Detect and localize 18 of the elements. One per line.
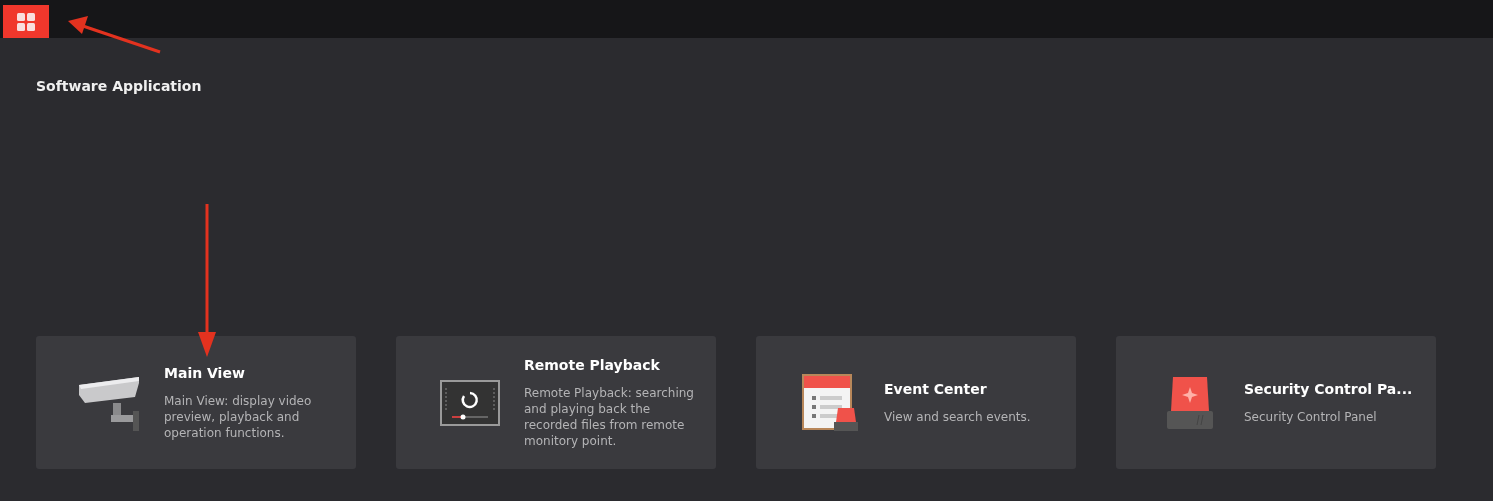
page-title: Software Application	[35, 77, 203, 94]
module-card[interactable]: Main View Main View: display video preview, playback and operation functions.	[36, 336, 356, 469]
module-description: Security Control Panel	[1244, 408, 1378, 425]
module-description: Remote Playback: searching and playing back the recorded files from remote monitory point.	[524, 384, 695, 449]
event-list-icon	[802, 373, 858, 432]
grid-icon	[17, 12, 35, 31]
module-title: Remote Playback	[524, 356, 661, 373]
siren-icon	[1165, 374, 1215, 431]
module-card[interactable]: Security Control Pa... Security Control Panel	[1116, 336, 1436, 469]
menu-button[interactable]	[3, 5, 49, 38]
module-title: Security Control Pa...	[1244, 380, 1414, 397]
video-player-icon	[440, 379, 500, 426]
module-description: Main View: display video preview, playback and operation functions.	[164, 392, 313, 441]
module-card[interactable]: Remote Playback Remote Playback: searching and playing back the recorded files from remote monitory point.	[396, 336, 716, 469]
module-title: Event Center	[884, 380, 988, 397]
module-description: View and search events.	[884, 408, 1032, 425]
module-card[interactable]: Event Center View and search events.	[756, 336, 1076, 469]
module-title: Main View	[164, 364, 246, 381]
